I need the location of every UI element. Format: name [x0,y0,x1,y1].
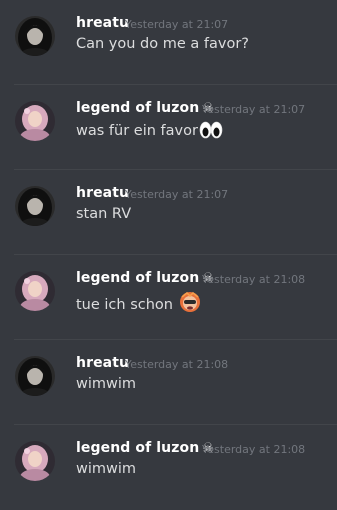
eyes-emoji-icon [199,121,223,143]
dark-hair-avatar-icon [15,356,55,396]
user-avatar[interactable] [15,101,55,141]
message-text: wimwim [76,461,137,477]
message-text: stan RV [76,206,132,222]
message-timestamp: Yesterday at 21:08 [202,273,306,286]
rv-fan-emoji-icon [179,291,201,317]
dark-hair-avatar-icon [15,16,55,56]
message-text: tue ich schon [76,291,201,317]
user-avatar[interactable] [15,441,55,481]
pink-avatar-icon [15,271,55,311]
message-item: hreatu Yesterday at 21:07 Can you do me … [0,0,337,85]
message-item: legend of luzon ☠ Yesterday at 21:07 was … [0,85,337,170]
message-text: Can you do me a favor? [76,36,249,52]
dark-hair-avatar-icon [15,186,55,226]
user-avatar[interactable] [15,16,55,56]
message-item: hreatu Yesterday at 21:07 stan RV [0,170,337,255]
message-timestamp: Yesterday at 21:08 [202,443,306,456]
chat-log: hreatu Yesterday at 21:07 Can you do me … [0,0,337,506]
message-author[interactable]: hreatu [76,185,129,201]
pink-avatar-icon [15,101,55,141]
user-avatar[interactable] [15,271,55,311]
message-text-content: was für ein favor [76,123,198,139]
message-author[interactable]: legend of luzon ☠ [76,440,214,456]
message-item: legend of luzon ☠ Yesterday at 21:08 wimw… [0,425,337,510]
message-item: legend of luzon ☠ Yesterday at 21:08 tue … [0,255,337,340]
message-author[interactable]: hreatu [76,15,129,31]
message-timestamp: Yesterday at 21:07 [202,103,306,116]
user-avatar[interactable] [15,186,55,226]
message-author[interactable]: hreatu [76,355,129,371]
message-timestamp: Yesterday at 21:07 [125,188,229,201]
message-text: was für ein favor [76,121,223,143]
author-name[interactable]: legend of luzon [76,270,199,286]
message-text-content: tue ich schon [76,297,178,313]
message-author[interactable]: legend of luzon ☠ [76,100,214,116]
message-text: wimwim [76,376,137,392]
user-avatar[interactable] [15,356,55,396]
message-timestamp: Yesterday at 21:07 [125,18,229,31]
pink-avatar-icon [15,441,55,481]
message-author[interactable]: legend of luzon ☠ [76,270,214,286]
author-name[interactable]: legend of luzon [76,440,199,456]
message-item: hreatu Yesterday at 21:08 wimwim [0,340,337,425]
author-name[interactable]: legend of luzon [76,100,199,116]
message-timestamp: Yesterday at 21:08 [125,358,229,371]
